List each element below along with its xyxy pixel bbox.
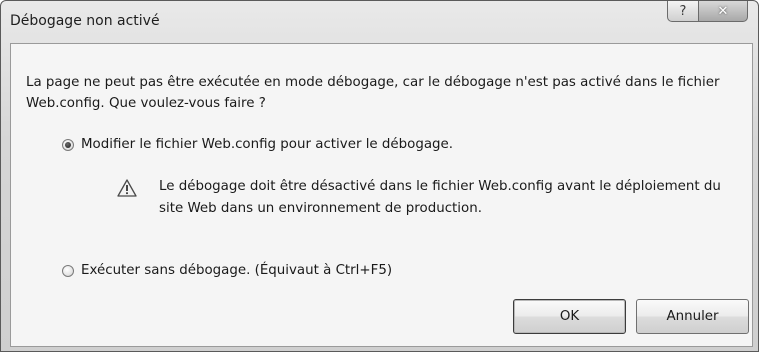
radio-button-checked[interactable]	[62, 138, 74, 151]
radio-button-unchecked[interactable]	[62, 264, 74, 277]
close-icon: ✕	[717, 3, 729, 19]
ok-button[interactable]: OK	[513, 299, 626, 334]
radio-option-label: Exécuter sans débogage. (Équivaut à Ctrl…	[81, 263, 393, 278]
close-button[interactable]: ✕	[698, 1, 748, 22]
dialog-content: La page ne peut pas être exécutée en mod…	[10, 43, 753, 347]
cancel-button[interactable]: Annuler	[636, 299, 749, 334]
radio-option-run-without-debug[interactable]: Exécuter sans débogage. (Équivaut à Ctrl…	[62, 263, 392, 278]
warning-triangle-icon	[117, 179, 137, 197]
dialog-window: Débogage non activé ? ✕ La page ne peut …	[0, 0, 759, 352]
radio-option-label: Modifier le fichier Web.config pour acti…	[81, 137, 454, 152]
help-icon: ?	[679, 3, 687, 19]
dialog-message: La page ne peut pas être exécutée en mod…	[26, 75, 720, 111]
title-bar: Débogage non activé ? ✕	[1, 1, 758, 43]
radio-option-enable-debug[interactable]: Modifier le fichier Web.config pour acti…	[62, 137, 453, 152]
window-title: Débogage non activé	[10, 13, 160, 29]
help-button[interactable]: ?	[667, 1, 699, 22]
warning-text: Le débogage doit être désactivé dans le …	[159, 179, 721, 216]
